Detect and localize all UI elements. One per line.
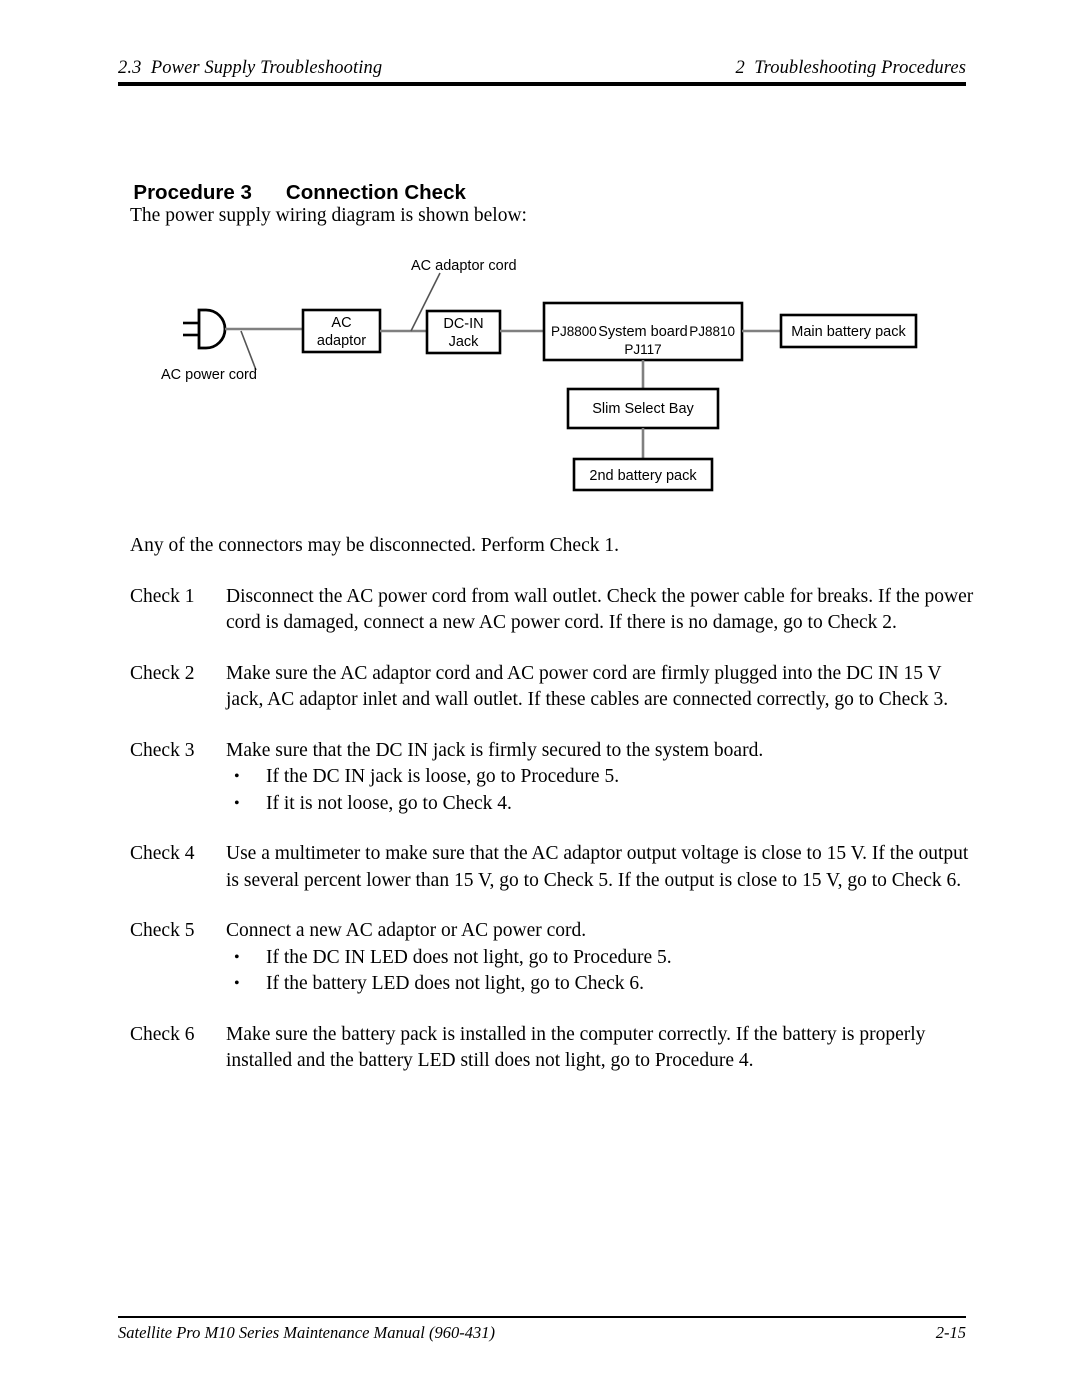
- leader-ac-power-cord: [240, 330, 257, 371]
- page-number: 2-15: [935, 1323, 966, 1342]
- bullet-text: If the DC IN LED does not light, go to P…: [266, 946, 672, 968]
- intro-paragraph: The power supply wiring diagram is shown…: [130, 205, 527, 226]
- check-text: Make sure that the DC IN jack is firmly …: [226, 739, 764, 761]
- page-footer: Satellite Pro M10 Series Maintenance Man…: [118, 1316, 966, 1343]
- bullet-icon: •: [234, 948, 240, 966]
- list-item: • If the battery LED does not light, go t…: [226, 971, 975, 998]
- wiring-diagram-svg: .bx { fill:#ffffff; stroke:#000000; stro…: [161, 258, 918, 492]
- check-text: Connect a new AC adaptor or AC power cor…: [226, 920, 587, 941]
- label-system-board: System board: [598, 324, 687, 340]
- label-second-battery-pack: 2nd battery pack: [589, 468, 697, 484]
- check-label: Check 6: [130, 1023, 195, 1045]
- check-content: Connect a new AC adaptor or AC power cor…: [226, 918, 975, 998]
- dc-in-label-line2: Jack: [449, 334, 480, 350]
- procedure-number: Procedure 3: [133, 181, 252, 204]
- check-label: Check 2: [130, 662, 195, 684]
- check-label: Check 1: [130, 585, 195, 607]
- node-main-battery-pack: Main battery pack: [779, 313, 918, 349]
- check-content: Make sure the battery pack is installed …: [226, 1022, 975, 1075]
- bullet-text: If the DC IN jack is loose, go to Proced…: [266, 766, 620, 787]
- node-system-board: PJ8800 System board PJ8810 PJ117: [542, 301, 744, 362]
- check-item: Check 5 Connect a new AC adaptor or AC p…: [130, 918, 975, 998]
- footer-rule: [118, 1316, 966, 1318]
- bullet-icon: •: [234, 975, 240, 992]
- check-label: Check 4: [130, 843, 195, 864]
- check-text: Use a multimeter to make sure that the A…: [226, 843, 969, 891]
- list-item: • If the DC IN jack is loose, go to Proce…: [226, 764, 975, 791]
- list-item: • If it is not loose, go to Check 4.: [226, 791, 975, 818]
- check-item: Check 2 Make sure the AC adaptor cord an…: [130, 661, 975, 714]
- bullet-text: If the battery LED does not light, go to…: [266, 973, 645, 994]
- header-row: 2.3 Power Supply Troubleshooting 2 Troub…: [118, 58, 966, 79]
- check-item: Check 4 Use a multimeter to make sure th…: [130, 841, 975, 894]
- check-content: Make sure that the DC IN jack is firmly …: [226, 738, 975, 818]
- check-item: Check 6 Make sure the battery pack is in…: [130, 1022, 975, 1075]
- bullet-icon: •: [234, 768, 240, 785]
- label-pj8810: PJ8810: [689, 324, 735, 339]
- check-content: Use a multimeter to make sure that the A…: [226, 841, 975, 894]
- page-title: Procedure 3 Connection Check: [122, 157, 466, 205]
- node-ac-adaptor: AC adaptor: [301, 308, 382, 354]
- bullet-icon: •: [234, 794, 240, 812]
- ac-adaptor-label-line2: adaptor: [317, 333, 366, 349]
- check-content: Disconnect the AC power cord from wall o…: [226, 584, 975, 637]
- check-text: Disconnect the AC power cord from wall o…: [226, 585, 974, 634]
- check-label: Check 5: [130, 920, 195, 941]
- footer-manual-title: Satellite Pro M10 Series Maintenance Man…: [118, 1323, 495, 1342]
- check-text: Make sure the AC adaptor cord and AC pow…: [226, 662, 949, 711]
- ac-plug-icon: [183, 308, 227, 350]
- node-slim-select-bay: Slim Select Bay: [566, 387, 720, 430]
- bullet-text: If it is not loose, go to Check 4.: [266, 792, 512, 814]
- page-header: 2.3 Power Supply Troubleshooting 2 Troub…: [118, 58, 966, 96]
- check-content: Make sure the AC adaptor cord and AC pow…: [226, 661, 975, 714]
- label-main-battery-pack: Main battery pack: [791, 324, 906, 340]
- header-chapter-title: 2 Troubleshooting Procedures: [735, 58, 966, 78]
- ac-adaptor-label-line1: AC: [331, 315, 351, 331]
- label-pj8800: PJ8800: [551, 324, 597, 339]
- procedure-name: Connection Check: [285, 181, 466, 204]
- label-pj117: PJ117: [624, 342, 661, 357]
- dc-in-label-line1: DC-IN: [443, 316, 483, 332]
- label-ac-adaptor-cord: AC adaptor cord: [411, 258, 517, 274]
- lead-paragraph: Any of the connectors may be disconnecte…: [130, 535, 619, 556]
- footer-row: Satellite Pro M10 Series Maintenance Man…: [118, 1323, 966, 1343]
- label-ac-power-cord: AC power cord: [161, 367, 257, 383]
- procedure-body: Any of the connectors may be disconnecte…: [130, 533, 975, 1099]
- node-dc-in-jack: DC-IN Jack: [425, 309, 502, 355]
- list-item: • If the DC IN LED does not light, go to …: [226, 945, 975, 972]
- check-item: Check 1 Disconnect the AC power cord fro…: [130, 584, 975, 637]
- check-label: Check 3: [130, 739, 195, 761]
- check-bullet-list: • If the DC IN LED does not light, go to …: [226, 945, 975, 998]
- header-section-title: 2.3 Power Supply Troubleshooting: [118, 58, 383, 78]
- power-supply-wiring-diagram: .bx { fill:#ffffff; stroke:#000000; stro…: [0, 248, 1080, 508]
- check-item: Check 3 Make sure that the DC IN jack is…: [130, 738, 975, 818]
- check-bullet-list: • If the DC IN jack is loose, go to Proce…: [226, 764, 975, 817]
- check-text: Make sure the battery pack is installed …: [226, 1023, 926, 1072]
- label-slim-select-bay: Slim Select Bay: [592, 401, 694, 417]
- header-rule: [118, 82, 966, 86]
- node-second-battery-pack: 2nd battery pack: [572, 457, 714, 492]
